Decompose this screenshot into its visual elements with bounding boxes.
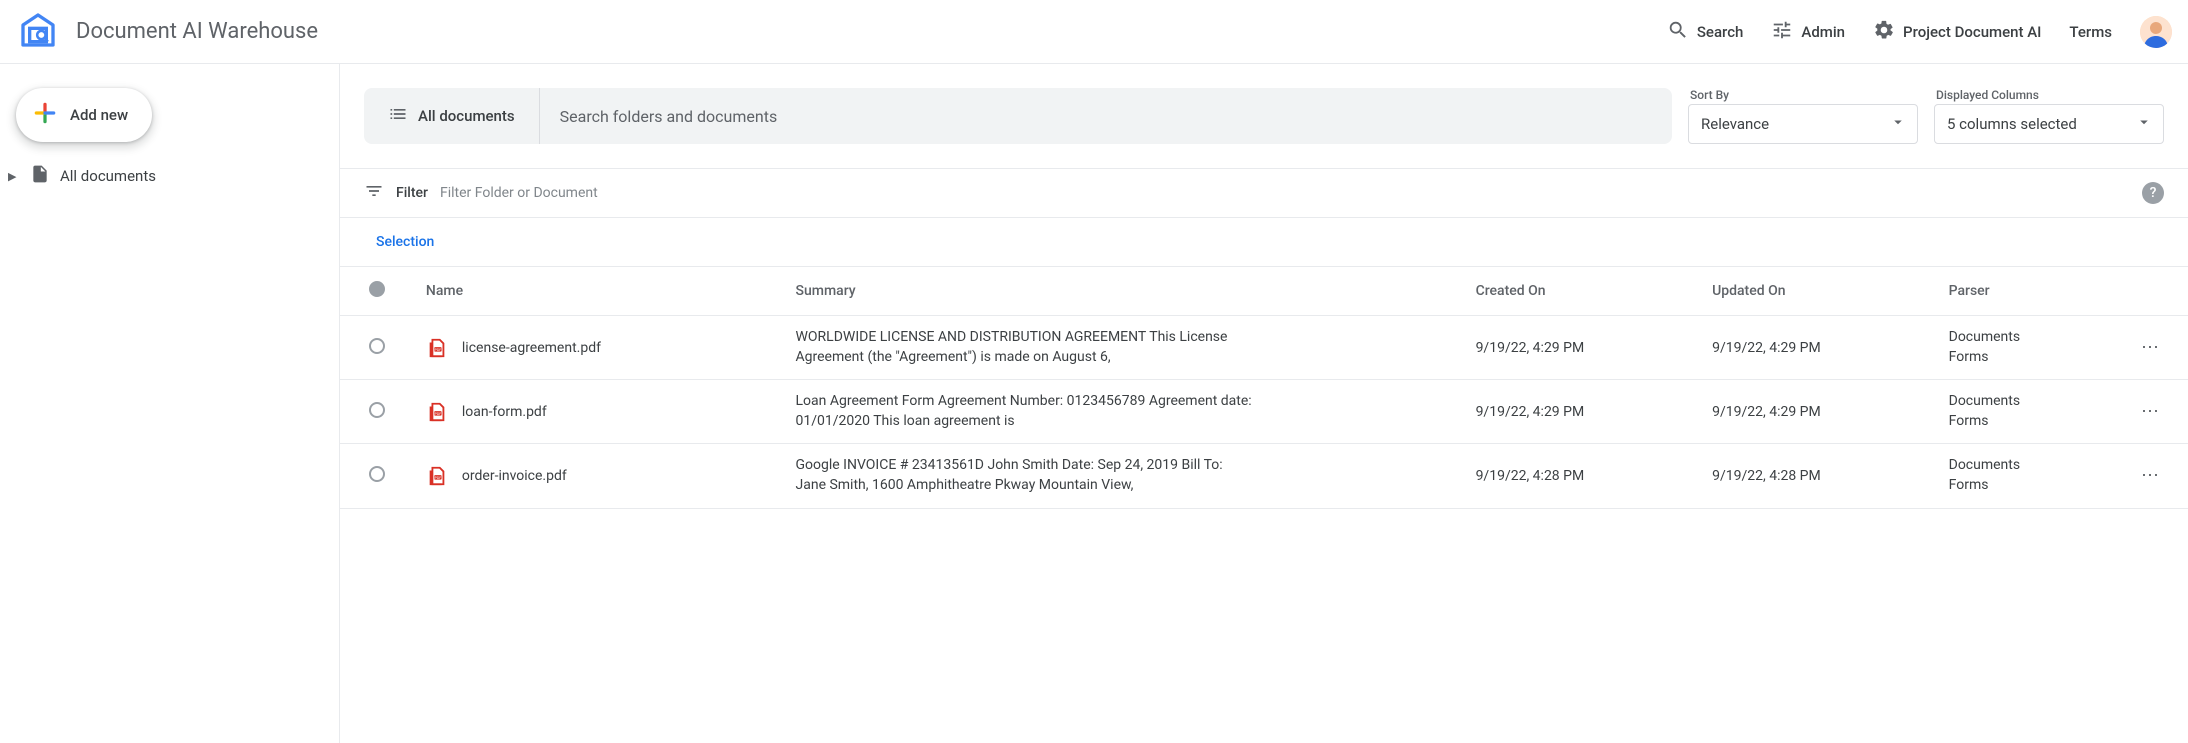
columns-value: 5 columns selected	[1947, 115, 2077, 133]
sort-dropdown[interactable]: Relevance	[1688, 104, 1918, 144]
search-button[interactable]: Search	[1667, 19, 1744, 45]
row-select-radio[interactable]	[369, 402, 385, 418]
search-input[interactable]	[540, 88, 1672, 144]
filter-icon	[364, 181, 384, 205]
admin-button[interactable]: Admin	[1771, 19, 1845, 45]
document-name: loan-form.pdf	[462, 404, 547, 420]
search-bar: All documents	[364, 88, 1672, 144]
columns-group: Displayed Columns 5 columns selected	[1934, 88, 2164, 144]
project-button[interactable]: Project Document AI	[1873, 19, 2041, 45]
chevron-down-icon	[1889, 113, 1907, 135]
row-select-radio[interactable]	[369, 338, 385, 354]
document-name: license-agreement.pdf	[462, 340, 601, 356]
col-header-updated[interactable]: Updated On	[1700, 267, 1937, 316]
more-actions-button[interactable]: ⋯	[2141, 401, 2161, 422]
more-actions-button[interactable]: ⋯	[2141, 465, 2161, 486]
created-on: 9/19/22, 4:29 PM	[1464, 316, 1701, 380]
plus-icon	[32, 100, 58, 130]
app-title: Document AI Warehouse	[76, 19, 318, 44]
search-label: Search	[1697, 23, 1744, 41]
svg-text:PDF: PDF	[434, 476, 441, 480]
scope-chip-label: All documents	[418, 107, 515, 125]
document-summary: Loan Agreement Form Agreement Number: 01…	[796, 392, 1256, 431]
columns-label: Displayed Columns	[1934, 88, 2164, 102]
controls-row: All documents Sort By Relevance Displaye…	[340, 64, 2188, 168]
document-icon	[30, 164, 50, 188]
selection-link[interactable]: Selection	[340, 218, 2188, 266]
parser-value: DocumentsForms	[1949, 392, 2102, 431]
table-row[interactable]: PDF loan-form.pdf Loan Agreement Form Agre…	[340, 380, 2188, 444]
document-summary: Google INVOICE # 23413561D John Smith Da…	[796, 456, 1256, 495]
top-actions: Search Admin Project Document AI Terms	[1667, 16, 2172, 48]
tune-icon	[1771, 19, 1793, 45]
updated-on: 9/19/22, 4:29 PM	[1700, 316, 1937, 380]
help-icon[interactable]: ?	[2142, 182, 2164, 204]
created-on: 9/19/22, 4:29 PM	[1464, 380, 1701, 444]
col-header-name[interactable]: Name	[414, 267, 784, 316]
document-name: order-invoice.pdf	[462, 468, 567, 484]
documents-table: Name Summary Created On Updated On Parse…	[340, 266, 2188, 509]
search-icon	[1667, 19, 1689, 45]
table-row[interactable]: PDF license-agreement.pdf WORLDWIDE LICENS…	[340, 316, 2188, 380]
pdf-icon: PDF	[426, 465, 448, 487]
top-bar: Document AI Warehouse Search Admin Proje…	[0, 0, 2188, 64]
svg-text:PDF: PDF	[434, 347, 441, 351]
sidebar-item-label: All documents	[60, 167, 156, 185]
col-header-parser[interactable]: Parser	[1937, 267, 2114, 316]
columns-dropdown[interactable]: 5 columns selected	[1934, 104, 2164, 144]
warehouse-logo-icon	[16, 10, 60, 54]
scope-chip[interactable]: All documents	[364, 88, 540, 144]
updated-on: 9/19/22, 4:29 PM	[1700, 380, 1937, 444]
updated-on: 9/19/22, 4:28 PM	[1700, 444, 1937, 508]
project-label: Project Document AI	[1903, 23, 2041, 41]
select-all-radio[interactable]	[369, 281, 385, 297]
list-icon	[388, 104, 408, 128]
filter-input[interactable]	[440, 185, 2130, 201]
user-avatar[interactable]	[2140, 16, 2172, 48]
more-actions-button[interactable]: ⋯	[2141, 337, 2161, 358]
logo-wrap: Document AI Warehouse	[16, 10, 318, 54]
filter-bar: Filter ?	[340, 168, 2188, 218]
filter-label: Filter	[396, 185, 428, 201]
chevron-down-icon	[2135, 113, 2153, 135]
main-content: All documents Sort By Relevance Displaye…	[340, 64, 2188, 743]
table-row[interactable]: PDF order-invoice.pdf Google INVOICE # 234…	[340, 444, 2188, 508]
svg-text:PDF: PDF	[434, 412, 441, 416]
document-summary: WORLDWIDE LICENSE AND DISTRIBUTION AGREE…	[796, 328, 1256, 367]
sort-group: Sort By Relevance	[1688, 88, 1918, 144]
admin-label: Admin	[1801, 23, 1845, 41]
sort-value: Relevance	[1701, 115, 1769, 133]
sidebar-item-all-documents[interactable]: ▶ All documents	[0, 158, 339, 194]
pdf-icon: PDF	[426, 337, 448, 359]
row-select-radio[interactable]	[369, 466, 385, 482]
pdf-icon: PDF	[426, 401, 448, 423]
terms-link[interactable]: Terms	[2069, 23, 2112, 41]
created-on: 9/19/22, 4:28 PM	[1464, 444, 1701, 508]
parser-value: DocumentsForms	[1949, 456, 2102, 495]
chevron-right-icon: ▶	[8, 170, 20, 183]
col-header-summary[interactable]: Summary	[784, 267, 1464, 316]
add-new-label: Add new	[70, 106, 128, 124]
sidebar: Add new ▶ All documents	[0, 64, 340, 743]
gear-icon	[1873, 19, 1895, 45]
sort-label: Sort By	[1688, 88, 1918, 102]
col-header-created[interactable]: Created On	[1464, 267, 1701, 316]
parser-value: DocumentsForms	[1949, 328, 2102, 367]
add-new-button[interactable]: Add new	[16, 88, 152, 142]
